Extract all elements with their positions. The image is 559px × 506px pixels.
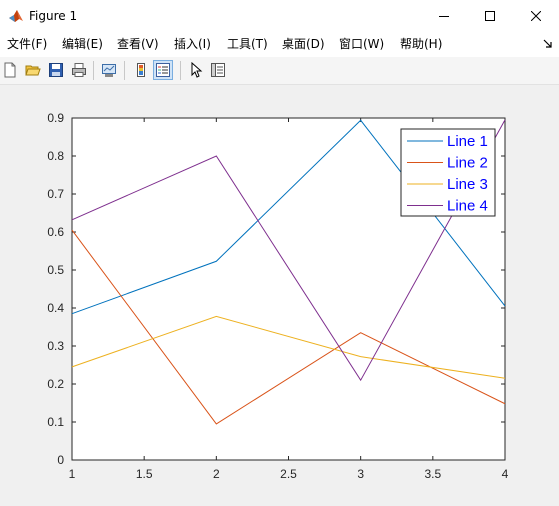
- menu-bar: 文件(F) 编辑(E) 查看(V) 插入(I) 工具(T) 桌面(D) 窗口(W…: [0, 31, 559, 57]
- legend-label: Line 3: [447, 176, 488, 193]
- y-tick-label: 0.7: [47, 187, 64, 201]
- minimize-icon: [439, 15, 449, 17]
- new-figure-button[interactable]: [0, 60, 20, 80]
- maximize-icon: [485, 10, 495, 21]
- window-title: Figure 1: [29, 9, 78, 23]
- y-tick-label: 0.8: [47, 149, 64, 163]
- toolbar-separator: [124, 61, 125, 80]
- y-tick-label: 0.3: [47, 339, 64, 353]
- link-plot-icon: [102, 64, 116, 77]
- x-tick-label: 4: [502, 467, 509, 481]
- print-icon: [72, 63, 86, 77]
- menu-help[interactable]: 帮助(H): [400, 36, 442, 52]
- legend-label: Line 2: [447, 155, 488, 172]
- toolbar-separator: [180, 61, 181, 80]
- new-figure-icon: [4, 62, 16, 78]
- insert-legend-icon: [156, 63, 170, 77]
- menu-window[interactable]: 窗口(W): [339, 36, 384, 52]
- menu-desktop[interactable]: 桌面(D): [282, 36, 325, 52]
- save-icon: [49, 63, 63, 77]
- edit-plot-icon: [191, 62, 203, 78]
- property-inspector-icon: [211, 63, 225, 77]
- plot-axes[interactable]: 1 1.5 2 2.5 3 3.5 4 0 0.1 0.2 0.3 0.4 0.5 0.6 0.7 0.8 0.…: [0, 85, 559, 506]
- x-tick-label: 2.5: [280, 467, 297, 481]
- insert-legend-button[interactable]: [153, 60, 173, 80]
- menu-tools[interactable]: 工具(T): [227, 36, 268, 52]
- y-tick-label: 0.6: [47, 225, 64, 239]
- toolbar-separator: [93, 61, 94, 80]
- open-file-icon: [25, 65, 41, 76]
- print-button[interactable]: [69, 60, 89, 80]
- y-tick-label: 0.4: [47, 301, 64, 315]
- edit-plot-button[interactable]: [186, 60, 206, 80]
- x-tick-label: 1: [69, 467, 76, 481]
- minimize-button[interactable]: [421, 0, 467, 31]
- property-inspector-button[interactable]: [208, 60, 228, 80]
- figure-canvas[interactable]: 1 1.5 2 2.5 3 3.5 4 0 0.1 0.2 0.3 0.4 0.5 0.6 0.7 0.8 0.…: [0, 85, 559, 506]
- close-button[interactable]: [513, 0, 559, 31]
- x-tick-label: 3: [357, 467, 364, 481]
- matlab-logo-icon: [9, 10, 23, 22]
- menu-file[interactable]: 文件(F): [7, 36, 47, 52]
- open-file-button[interactable]: [23, 60, 43, 80]
- legend-label: Line 1: [447, 133, 488, 150]
- insert-colorbar-button[interactable]: [131, 60, 151, 80]
- link-plot-button[interactable]: [99, 60, 119, 80]
- toolbar: [0, 57, 559, 85]
- y-tick-label: 0.2: [47, 377, 64, 391]
- menu-insert[interactable]: 插入(I): [174, 36, 211, 52]
- x-tick-label: 2: [213, 467, 220, 481]
- title-bar: Figure 1: [0, 0, 559, 31]
- y-tick-label: 0.5: [47, 263, 64, 277]
- maximize-button[interactable]: [467, 0, 513, 31]
- x-tick-label: 1.5: [136, 467, 153, 481]
- y-tick-label: 0.1: [47, 415, 64, 429]
- x-tick-label: 3.5: [424, 467, 441, 481]
- insert-colorbar-icon: [137, 63, 145, 77]
- save-button[interactable]: [46, 60, 66, 80]
- legend-label: Line 4: [447, 198, 488, 215]
- close-icon: [531, 10, 541, 21]
- menu-edit[interactable]: 编辑(E): [62, 36, 103, 52]
- dock-arrow-icon[interactable]: [543, 39, 553, 49]
- y-tick-label: 0: [57, 453, 64, 467]
- menu-view[interactable]: 查看(V): [117, 36, 159, 52]
- y-tick-label: 0.9: [47, 111, 64, 125]
